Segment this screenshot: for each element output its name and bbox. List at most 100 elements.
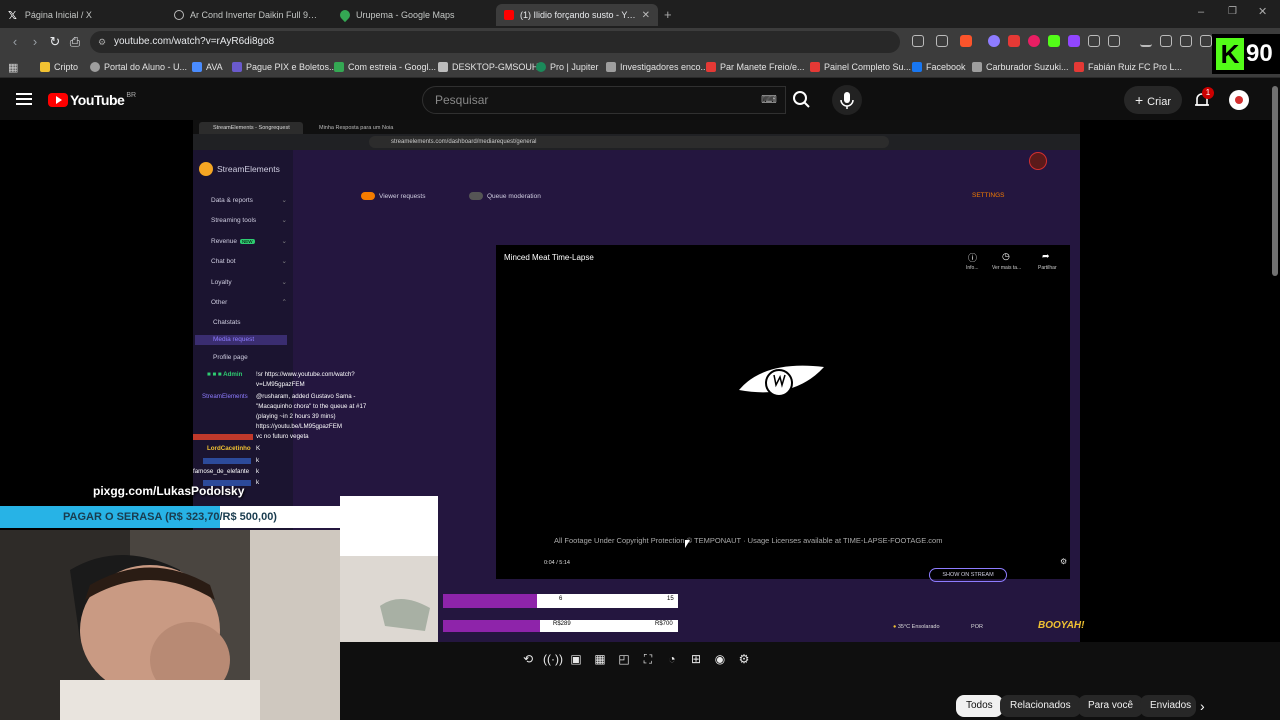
search-button[interactable] xyxy=(786,86,818,114)
bookmark-item[interactable]: AVA xyxy=(192,60,223,74)
extension-icon[interactable] xyxy=(1108,35,1120,47)
camera-icon[interactable]: ▣ xyxy=(567,650,585,668)
menu-icon[interactable] xyxy=(1200,35,1212,47)
bookmark-item[interactable]: Facebook xyxy=(912,60,966,74)
bar-value: R$700 xyxy=(655,621,673,627)
chat-message: vc no futuro vegeta xyxy=(193,432,383,442)
bookmark-item[interactable]: DESKTOP-GMSOUHF xyxy=(438,60,544,74)
forward-icon[interactable]: › xyxy=(28,34,42,50)
keyboard-icon[interactable]: ⌨ xyxy=(761,87,777,113)
embedded-video-player: Minced Meat Time-Lapse ⓘ ◷ ➦ Info... Ver… xyxy=(496,245,1070,579)
bookmark-item[interactable]: Investigadores enco... xyxy=(606,60,708,74)
bookmark-item[interactable]: Com estreia - Googl... xyxy=(334,60,436,74)
speed-icon[interactable]: ◔ xyxy=(663,650,681,668)
add-icon[interactable]: ⊞ xyxy=(687,650,705,668)
brave-shield-icon[interactable] xyxy=(960,35,972,47)
bookmark-label: Pro | Jupiter xyxy=(550,62,599,72)
calendar-icon[interactable]: ▦ xyxy=(591,650,609,668)
bookmark-label: Facebook xyxy=(926,62,966,72)
bookmark-item[interactable]: Portal do Aluno - U... xyxy=(90,60,187,74)
audio-icon[interactable]: ((·)) xyxy=(543,650,563,668)
region-code: BR xyxy=(126,92,137,99)
sidebar-item: Other ⌃ xyxy=(211,299,287,306)
loop-icon[interactable]: ⟲ xyxy=(519,650,537,668)
bookmark-item[interactable]: Cripto xyxy=(40,60,78,74)
bookmark-item[interactable]: Pague PIX e Boletos... xyxy=(232,60,337,74)
chip-for-you[interactable]: Para você xyxy=(1078,695,1144,717)
youtube-play-icon xyxy=(48,93,68,107)
sidebar-item: Chatstats xyxy=(213,319,241,326)
bookmarks-bar: ▦ Cripto Portal do Aluno - U... AVA Pagu… xyxy=(0,56,1280,78)
new-tab-icon[interactable]: + xyxy=(664,7,672,22)
bookmark-item[interactable]: Carburador Suzuki... xyxy=(972,60,1069,74)
chip-uploaded[interactable]: Enviados xyxy=(1140,695,1196,717)
scrollbar-thumb[interactable] xyxy=(1272,86,1278,276)
share-icon[interactable] xyxy=(936,35,948,47)
hamburger-menu-icon[interactable] xyxy=(16,90,32,108)
show-on-stream-button: SHOW ON STREAM xyxy=(929,568,1007,582)
youtube-header: YouTube BR Pesquisar ⌨ + Criar 1 xyxy=(0,80,1280,120)
browser-tab[interactable]: 𝕏 Página Inicial / X xyxy=(0,4,160,26)
toggle-label: Queue moderation xyxy=(487,192,541,200)
address-bar[interactable]: ⚙ youtube.com/watch?v=rAyR6di8go8 xyxy=(90,31,900,53)
browser-tab-active[interactable]: (1) Ilidio forçando susto - You ✕ xyxy=(496,4,658,26)
sidebar-icon[interactable] xyxy=(1180,35,1192,47)
apps-grid-icon[interactable]: ▦ xyxy=(8,60,18,74)
captured-address-bar: streamelements.com/dashboard/mediareques… xyxy=(369,136,889,148)
extension-icon[interactable] xyxy=(1068,35,1080,47)
chat-text: k xyxy=(256,479,260,486)
fullscreen-icon[interactable]: ⛶ xyxy=(639,650,657,668)
reading-list-icon[interactable] xyxy=(1160,35,1172,47)
search-input[interactable]: Pesquisar ⌨ xyxy=(422,86,786,114)
settings-gear-icon[interactable]: ⚙ xyxy=(735,650,753,668)
close-window-icon[interactable]: ✕ xyxy=(1258,5,1267,18)
youtube-logo[interactable]: YouTube BR xyxy=(48,92,136,108)
search-placeholder: Pesquisar xyxy=(435,93,489,107)
extension-icon[interactable] xyxy=(1048,35,1060,47)
extension-icon[interactable] xyxy=(1008,35,1020,47)
toggle-off xyxy=(469,192,483,200)
extension-icon[interactable] xyxy=(988,35,1000,47)
brand-label: StreamElements xyxy=(217,164,280,174)
streamelements-icon xyxy=(199,162,213,176)
browser-tab[interactable]: Ar Cond Inverter Daikin Full 9000 Bt xyxy=(166,4,328,26)
extensions-puzzle-icon[interactable] xyxy=(1088,35,1100,47)
bookmark-label: Pague PIX e Boletos... xyxy=(246,62,337,72)
voice-search-button[interactable] xyxy=(832,85,862,115)
booyah-logo: BOOYAH! xyxy=(1038,620,1085,631)
sidebar-item: Profile page xyxy=(213,354,248,361)
chevron-right-icon[interactable]: › xyxy=(1200,698,1205,714)
maximize-icon[interactable]: ❐ xyxy=(1228,6,1237,17)
minimize-icon[interactable]: – xyxy=(1198,6,1204,18)
bookmark-favicon xyxy=(972,62,982,72)
close-tab-icon[interactable]: ✕ xyxy=(642,10,650,21)
reload-icon[interactable]: ↻ xyxy=(48,34,62,50)
webcam-feed xyxy=(0,530,340,720)
weather-text: 35°C Ensolarado xyxy=(897,624,940,630)
site-info-icon[interactable]: ⚙ xyxy=(98,31,106,53)
extension-icon[interactable] xyxy=(1028,35,1040,47)
screenshot-icon[interactable]: ◉ xyxy=(711,650,729,668)
notifications-button[interactable]: 1 xyxy=(1192,87,1214,110)
kick-logo: K xyxy=(1216,38,1244,70)
bookmark-page-icon[interactable]: ⎙ xyxy=(68,34,82,50)
crop-icon[interactable]: ◰ xyxy=(615,650,633,668)
create-button[interactable]: + Criar xyxy=(1124,86,1182,114)
chip-all[interactable]: Todos xyxy=(956,695,1003,717)
bookmark-item[interactable]: Fabián Ruiz FC Pro L... xyxy=(1074,60,1182,74)
mouse-cursor xyxy=(685,540,690,548)
download-icon[interactable] xyxy=(1140,35,1152,47)
maps-icon xyxy=(337,7,353,23)
sidebar-item: Streaming tools ⌄ xyxy=(211,217,287,224)
bookmark-item[interactable]: Par Manete Freio/e... xyxy=(706,60,805,74)
chip-related[interactable]: Relacionados xyxy=(1000,695,1081,717)
bookmark-favicon xyxy=(192,62,202,72)
cast-icon[interactable] xyxy=(912,35,924,47)
bookmark-item[interactable]: Pro | Jupiter xyxy=(536,60,598,74)
avatar[interactable] xyxy=(1229,90,1249,110)
back-icon[interactable]: ‹ xyxy=(8,34,22,50)
chat-text: k xyxy=(256,457,260,464)
bookmark-label: AVA xyxy=(206,62,223,72)
browser-tab[interactable]: Urupema - Google Maps xyxy=(332,4,492,26)
bookmark-item[interactable]: Painel Completo Su... xyxy=(810,60,911,74)
